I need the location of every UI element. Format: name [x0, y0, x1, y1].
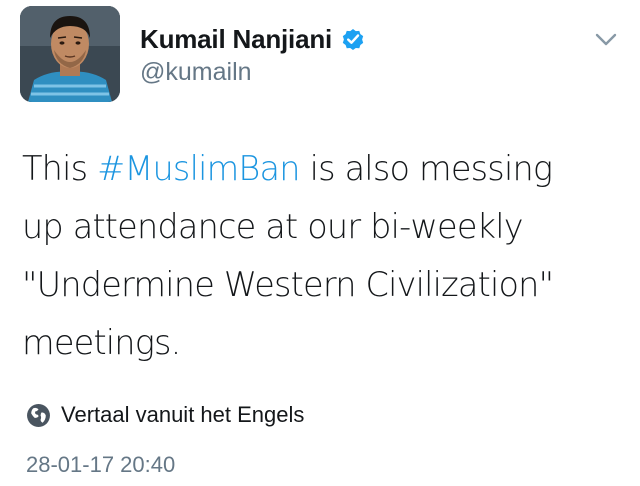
avatar-image [20, 6, 120, 102]
author-display-name[interactable]: Kumail Nanjiani [140, 24, 332, 55]
translate-button[interactable]: Vertaal vanuit het Engels [26, 400, 304, 430]
tweet-text-segment: This [22, 149, 98, 188]
hashtag-link[interactable]: #MuslimBan [97, 149, 300, 188]
tweet-text-line: up attendance at our bi-weekly [22, 207, 524, 246]
tweet-timestamp: 28-01-17 20:40 [26, 452, 176, 477]
tweet-text-line: This #MuslimBan is also messing [22, 140, 622, 198]
tweet-text-line: meetings. [22, 323, 181, 362]
avatar[interactable] [20, 6, 120, 102]
author-handle[interactable]: @kumailn [140, 58, 252, 87]
chevron-down-icon[interactable] [594, 30, 618, 50]
translate-label[interactable]: Vertaal vanuit het Engels [61, 402, 304, 428]
verified-badge-icon [340, 26, 366, 52]
tweet-card: Kumail Nanjiani @kumailn This #MuslimBan… [0, 0, 640, 486]
tweet-text: This #MuslimBan is also messing up atten… [22, 140, 622, 372]
tweet-text-segment: is also messing [299, 149, 553, 188]
author-name-row[interactable]: Kumail Nanjiani [140, 22, 366, 56]
tweet-text-line: "Undermine Western Civilization" [22, 265, 554, 304]
globe-icon [26, 403, 51, 428]
